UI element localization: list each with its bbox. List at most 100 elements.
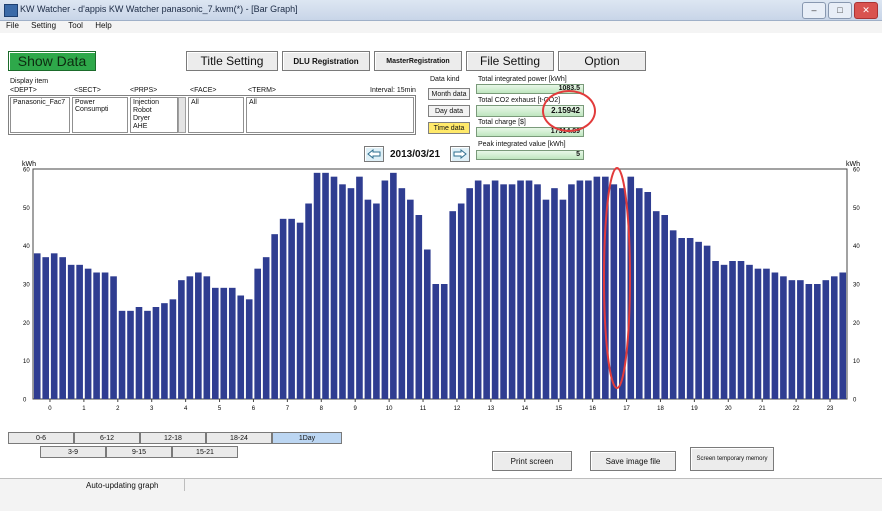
menu-file[interactable]: File (6, 21, 19, 30)
sect-label: <SECT> (74, 87, 101, 94)
bar (339, 184, 346, 399)
range-tab-6-12[interactable]: 6-12 (74, 432, 140, 444)
time-data-button[interactable]: Time data (428, 122, 470, 134)
print-screen-button[interactable]: Print screen (492, 451, 572, 471)
bar (644, 192, 652, 399)
prps-item[interactable]: AHE (133, 123, 175, 131)
prps-list[interactable]: Injection Robot Dryer AHE (130, 97, 178, 133)
bar (67, 264, 75, 399)
bar (50, 253, 58, 399)
bar (568, 184, 575, 399)
bar (610, 184, 618, 399)
prps-item[interactable]: Injection (133, 99, 175, 107)
bar (457, 203, 465, 399)
prps-scrollbar[interactable] (178, 97, 186, 133)
bar (296, 222, 304, 399)
range-tab-15-21[interactable]: 15-21 (172, 446, 238, 458)
y-tick-label-right: 0 (853, 398, 857, 404)
app-icon (4, 4, 18, 17)
window-controls: – □ ✕ (802, 2, 878, 19)
range-tab-3-9[interactable]: 3-9 (40, 446, 106, 458)
prps-item[interactable]: Dryer (133, 115, 175, 123)
option-button[interactable]: Option (558, 51, 646, 71)
peak-value-label: Peak integrated value [kWh] (478, 141, 566, 148)
range-tab-12-18[interactable]: 12-18 (140, 432, 206, 444)
bar (483, 184, 490, 399)
bar (678, 238, 685, 399)
bar (585, 180, 592, 399)
dept-list[interactable]: Panasonic_Fac7 (10, 97, 70, 133)
status-divider (184, 479, 185, 491)
bar (737, 261, 745, 399)
term-label: <TERM> (248, 87, 277, 94)
menu-setting[interactable]: Setting (31, 21, 56, 30)
term-list[interactable]: All (246, 97, 414, 133)
bar (559, 199, 567, 399)
bar (76, 264, 83, 399)
bar (525, 180, 533, 399)
day-data-button[interactable]: Day data (428, 105, 470, 117)
data-kind-caption: Data kind (430, 76, 460, 83)
x-tick-label: 9 (354, 406, 358, 412)
x-tick-label: 18 (657, 406, 664, 412)
save-image-button[interactable]: Save image file (590, 451, 676, 471)
maximize-button[interactable]: □ (828, 2, 852, 19)
x-tick-label: 7 (286, 406, 290, 412)
menu-help[interactable]: Help (95, 21, 111, 30)
bar (178, 280, 185, 399)
bar (432, 284, 440, 399)
range-tab-0-6[interactable]: 0-6 (8, 432, 74, 444)
x-tick-label: 8 (320, 406, 324, 412)
x-tick-label: 15 (555, 406, 562, 412)
bar (729, 261, 736, 399)
bar (593, 176, 601, 399)
bar (780, 276, 787, 399)
bar (118, 310, 126, 399)
face-list[interactable]: All (188, 97, 244, 133)
y-tick-label-left: 50 (23, 206, 30, 212)
bar (830, 276, 838, 399)
x-tick-label: 10 (386, 406, 393, 412)
bar (398, 188, 406, 399)
bar (42, 257, 50, 399)
y-tick-label-left: 60 (23, 168, 30, 174)
x-tick-label: 20 (725, 406, 732, 412)
total-power-label: Total integrated power [kWh] (478, 76, 567, 83)
bar (500, 184, 507, 399)
bar (33, 253, 41, 399)
dlu-registration-button[interactable]: DLU Registration (282, 51, 370, 71)
close-button[interactable]: ✕ (854, 2, 878, 19)
bar (449, 211, 457, 399)
bar (712, 261, 719, 399)
show-data-button[interactable]: Show Data (8, 51, 96, 71)
minimize-button[interactable]: – (802, 2, 826, 19)
bar (669, 230, 677, 399)
master-registration-button[interactable]: MasterRegistration (374, 51, 462, 71)
bar (839, 272, 847, 399)
screen-temporary-memory-button[interactable]: Screen temporary memory (690, 447, 774, 471)
title-setting-button[interactable]: Title Setting (186, 51, 278, 71)
x-tick-label: 14 (521, 406, 528, 412)
bar (423, 249, 431, 399)
prps-item[interactable]: Robot (133, 107, 175, 115)
bar (135, 307, 143, 399)
bar (288, 218, 295, 399)
bar (474, 180, 482, 399)
bar (466, 188, 473, 399)
bar (805, 284, 813, 399)
range-tab-1day[interactable]: 1Day (272, 432, 342, 444)
bar (788, 280, 796, 399)
bar (440, 284, 448, 399)
x-tick-label: 22 (793, 406, 800, 412)
y-tick-label-left: 0 (23, 398, 27, 404)
range-tab-18-24[interactable]: 18-24 (206, 432, 272, 444)
range-tab-9-15[interactable]: 9-15 (106, 446, 172, 458)
bar (93, 272, 100, 399)
bar (390, 172, 397, 399)
sect-list[interactable]: Power Consumpti (72, 97, 128, 133)
bar (220, 287, 228, 399)
menu-tool[interactable]: Tool (68, 21, 83, 30)
file-setting-button[interactable]: File Setting (466, 51, 554, 71)
month-data-button[interactable]: Month data (428, 88, 470, 100)
bar (127, 310, 134, 399)
